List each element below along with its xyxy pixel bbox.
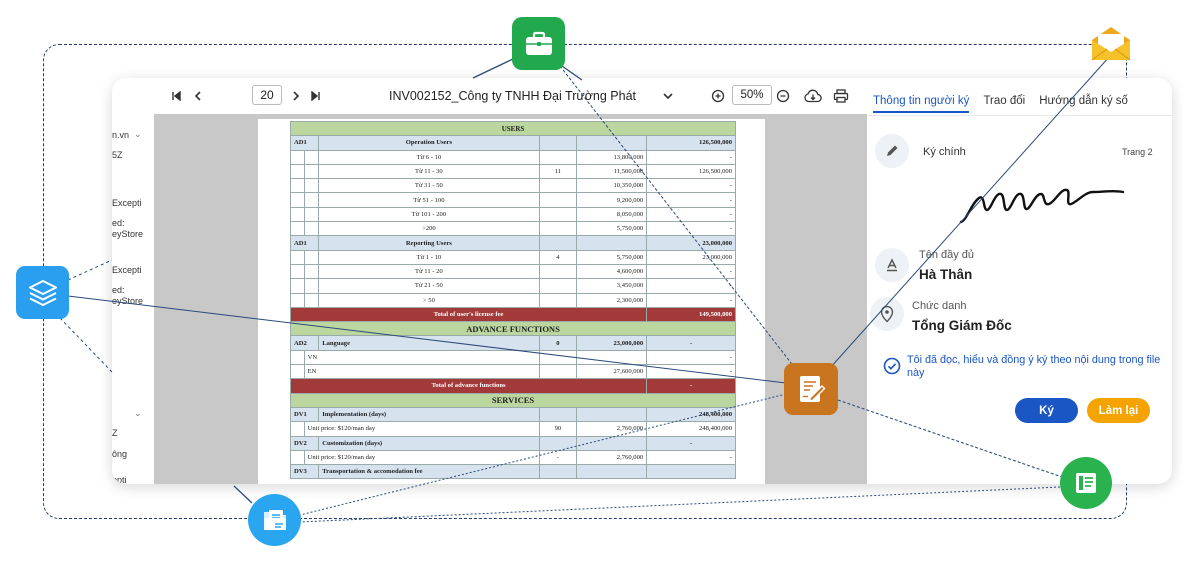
pdf-viewer[interactable]: USERS AD1 Operation Users 126,500,000 Từ… — [154, 114, 867, 484]
last-page-icon[interactable] — [306, 87, 324, 105]
sign-button[interactable]: Ký — [1015, 398, 1078, 423]
chevron-down-icon[interactable]: ⌄ — [134, 408, 142, 419]
table-group-row: DV1 Implementation (days) 248,400,000 — [289, 406, 736, 423]
sidebar-text: ông — [112, 449, 128, 459]
folder-document-icon[interactable] — [248, 494, 301, 546]
table-row: Từ 21 - 50 3,450,000- — [290, 278, 736, 294]
table-section-header: SERVICES — [290, 392, 736, 408]
prev-page-icon[interactable] — [189, 87, 207, 105]
tab-discussion[interactable]: Trao đổi — [983, 95, 1025, 113]
sidebar-text: epti — [112, 475, 127, 484]
table-group-row: AD1 Reporting Users 23,000,000 — [289, 235, 736, 251]
sign-document-icon[interactable] — [784, 363, 838, 415]
table-group-row: DV3 Transportation & accomodation fee — [289, 464, 736, 480]
table-row: Từ 6 - 10 13,800,000- — [290, 149, 736, 165]
sidebar-text: ed: — [112, 285, 125, 295]
mail-icon[interactable] — [1088, 24, 1134, 64]
tab-signing-guide[interactable]: Hướng dẫn ký số — [1039, 95, 1128, 113]
check-circle-icon[interactable] — [883, 357, 901, 375]
document-title: INV002152_Công ty TNHH Đại Trường Phát — [389, 89, 637, 103]
table-row: VN - — [290, 349, 736, 366]
first-page-icon[interactable] — [168, 87, 186, 105]
zoom-in-icon[interactable] — [709, 87, 727, 105]
full-name-value: Hà Thân — [919, 267, 973, 282]
table-row: EN 27,600,000- — [290, 364, 736, 380]
sidebar-text: ed: — [112, 218, 125, 228]
agreement-text: Tôi đã đọc, hiểu và đồng ý ký theo nội d… — [907, 354, 1161, 379]
signer-info-panel: Thông tin người ký Trao đổi Hướng dẫn ký… — [867, 78, 1172, 484]
full-name-label: Tên đầy đủ — [919, 249, 975, 261]
panel-tabs: Thông tin người ký Trao đổi Hướng dẫn ký… — [873, 95, 1128, 113]
table-row: Từ 101 - 200 8,050,000- — [290, 206, 736, 223]
layers-icon[interactable] — [16, 266, 69, 319]
sidebar-text: eyStore — [112, 229, 144, 239]
next-page-icon[interactable] — [287, 87, 305, 105]
left-sidebar-fragment: n.vn ⌄ 5Z Excepti ed: eyStore Excepti ed… — [112, 114, 154, 484]
font-icon — [875, 248, 909, 282]
agreement-checkbox[interactable]: Tôi đã đọc, hiểu và đồng ý ký theo nội d… — [883, 354, 1163, 380]
position-value: Tổng Giám Đốc — [912, 318, 1012, 333]
sidebar-text: Excepti — [112, 198, 142, 208]
spreadsheet-icon[interactable] — [1060, 457, 1112, 509]
cloud-download-icon[interactable] — [804, 87, 822, 105]
sidebar-text: n.vn — [112, 130, 130, 140]
page-number-input[interactable]: 20 — [252, 85, 282, 105]
table-total-row: Total of user's license fee 149,500,000 — [289, 306, 736, 323]
sidebar-text: eyStore — [112, 296, 144, 306]
reset-button[interactable]: Làm lại — [1087, 398, 1150, 423]
table-row: >200 5,750,000- — [290, 221, 736, 237]
briefcase-icon[interactable] — [512, 17, 565, 70]
table-row: Từ 11 - 30 11 11,500,000 126,500,000 — [290, 163, 736, 180]
table-group-row: AD2 Language 0 23,000,000 - — [289, 335, 736, 351]
divider — [867, 115, 1172, 116]
zoom-out-icon[interactable] — [774, 87, 792, 105]
table-row: Từ 31 - 50 10,350,000- — [290, 178, 736, 194]
table-total-row: Total of advance functions - — [289, 378, 736, 394]
table-row: Unit price: $120/man day 90 2,760,000 248,4… — [290, 421, 736, 437]
table-row: > 50 2,300,000- — [290, 292, 736, 308]
table-group-row: DV2 Customization (days) - — [289, 435, 736, 451]
table-section-header: ADVANCE FUNCTIONS — [290, 321, 736, 337]
table-group-row: AD1 Operation Users 126,500,000 — [289, 135, 736, 151]
pdf-toolbar: 20 INV002152_Công ty TNHH Đại Trường Phá… — [154, 78, 867, 114]
position-label: Chức danh — [912, 300, 967, 312]
table-row: Từ 11 - 20 4,600,000- — [290, 263, 736, 280]
table-row: Từ 1 - 10 4 5,750,000 23,000,000 — [290, 249, 736, 265]
pdf-page: USERS AD1 Operation Users 126,500,000 Từ… — [258, 119, 765, 484]
table-section-header: USERS — [290, 120, 736, 137]
location-badge-icon — [870, 297, 904, 331]
chevron-down-icon[interactable]: ⌄ — [134, 129, 142, 140]
sidebar-text: 5Z — [112, 150, 123, 160]
main-signer-label: Ký chính — [923, 146, 966, 158]
chevron-down-icon[interactable] — [659, 87, 677, 105]
table-row: Từ 51 - 100 9,200,000- — [290, 192, 736, 208]
pen-icon — [875, 134, 909, 168]
sidebar-text: Excepti — [112, 265, 142, 275]
signature-image — [959, 188, 1125, 224]
page-reference: Trang 2 — [1122, 147, 1153, 157]
table-row: Unit price: $120/man day -2,760,000- — [290, 449, 736, 466]
zoom-level-input[interactable]: 50% — [732, 85, 772, 105]
sidebar-text: Z — [112, 428, 118, 438]
pricing-table: USERS AD1 Operation Users 126,500,000 Từ… — [289, 120, 736, 480]
signing-window: n.vn ⌄ 5Z Excepti ed: eyStore Excepti ed… — [112, 78, 1172, 484]
tab-signer-info[interactable]: Thông tin người ký — [873, 95, 970, 113]
print-icon[interactable] — [832, 87, 850, 105]
